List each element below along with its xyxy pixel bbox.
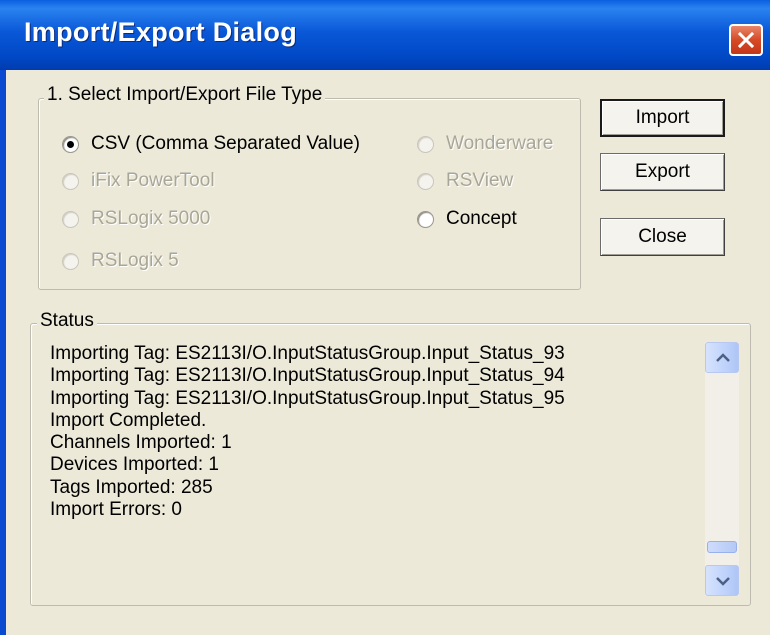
status-line: Importing Tag: ES2113I/O.InputStatusGrou… bbox=[50, 365, 565, 387]
radio-indicator bbox=[417, 210, 434, 228]
radio-indicator bbox=[62, 210, 79, 228]
radio-ifix-powertool-label: iFix PowerTool bbox=[91, 170, 215, 191]
radio-rslogix-5[interactable]: RSLogix 5 bbox=[62, 248, 179, 274]
radio-indicator bbox=[62, 135, 79, 153]
import-export-dialog: Import/Export Dialog 1. Select Import/Ex… bbox=[0, 0, 770, 635]
radio-rslogix-5000-label: RSLogix 5000 bbox=[91, 208, 211, 229]
radio-indicator bbox=[62, 172, 79, 190]
title-bar[interactable]: Import/Export Dialog bbox=[0, 0, 770, 70]
radio-rslogix-5000[interactable]: RSLogix 5000 bbox=[62, 206, 210, 232]
file-type-group-legend: 1. Select Import/Export File Type bbox=[44, 84, 326, 106]
status-line: Importing Tag: ES2113I/O.InputStatusGrou… bbox=[50, 387, 565, 409]
status-line: Channels Imported: 1 bbox=[50, 432, 232, 454]
radio-rslogix-5-label: RSLogix 5 bbox=[91, 250, 179, 271]
radio-ifix-powertool[interactable]: iFix PowerTool bbox=[62, 168, 215, 194]
chevron-up-icon bbox=[716, 353, 730, 362]
radio-csv[interactable]: CSV (Comma Separated Value) bbox=[62, 131, 360, 157]
radio-csv-label: CSV (Comma Separated Value) bbox=[91, 133, 360, 154]
status-line: Importing Tag: ES2113I/O.InputStatusGrou… bbox=[50, 343, 565, 364]
status-line: Tags Imported: 285 bbox=[50, 476, 213, 498]
chevron-down-icon bbox=[716, 577, 730, 586]
radio-wonderware[interactable]: Wonderware bbox=[417, 131, 553, 157]
close-x-icon bbox=[737, 31, 755, 49]
radio-concept-label: Concept bbox=[446, 208, 517, 229]
radio-indicator bbox=[417, 172, 434, 190]
radio-wonderware-label: Wonderware bbox=[446, 133, 554, 154]
close-button[interactable]: Close bbox=[600, 218, 725, 256]
radio-concept[interactable]: Concept bbox=[417, 206, 517, 232]
status-line: Devices Imported: 1 bbox=[50, 454, 219, 476]
status-log: Importing Tag: ES2113I/O.InputStatusGrou… bbox=[50, 343, 690, 521]
scroll-up-button[interactable] bbox=[705, 342, 739, 373]
radio-rsview[interactable]: RSView bbox=[417, 168, 513, 194]
status-scrollbar[interactable] bbox=[705, 342, 739, 596]
window-title: Import/Export Dialog bbox=[24, 17, 298, 47]
scroll-down-button[interactable] bbox=[705, 565, 739, 596]
status-line: Import Completed. bbox=[50, 409, 207, 431]
radio-indicator bbox=[417, 135, 434, 153]
radio-rsview-label: RSView bbox=[446, 170, 514, 191]
import-button[interactable]: Import bbox=[600, 99, 725, 137]
scroll-thumb[interactable] bbox=[707, 541, 737, 553]
close-window-button[interactable] bbox=[729, 24, 763, 56]
status-line: Import Errors: 0 bbox=[50, 499, 182, 521]
export-button[interactable]: Export bbox=[600, 153, 725, 191]
window-frame bbox=[0, 70, 6, 635]
status-group-legend: Status bbox=[37, 310, 97, 332]
radio-indicator bbox=[62, 252, 79, 270]
